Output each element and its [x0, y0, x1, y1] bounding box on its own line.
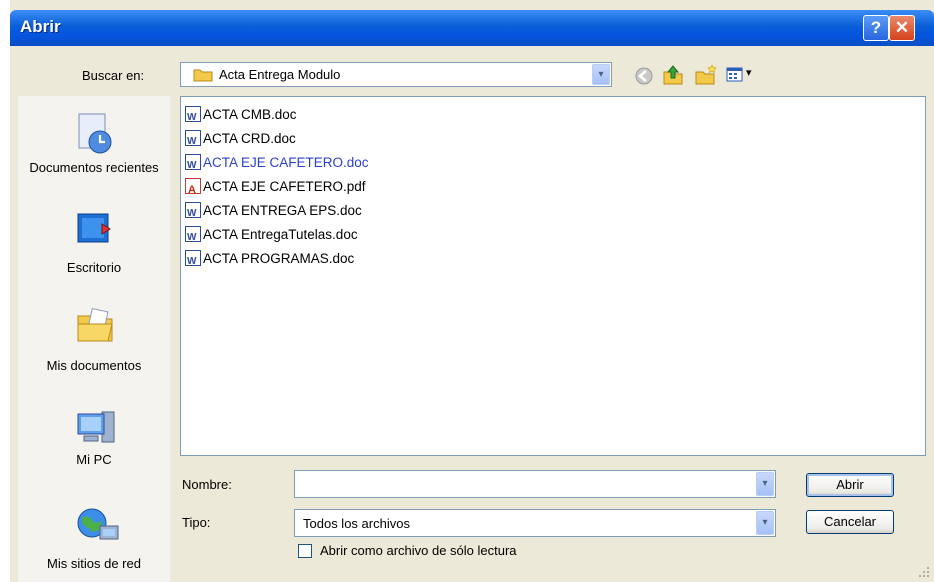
back-icon[interactable]: [634, 66, 654, 86]
file-item[interactable]: ACTA CRD.doc: [185, 127, 296, 154]
place-label: Mi PC: [76, 452, 112, 467]
recent-documents-icon: [78, 113, 112, 154]
file-name: ACTA EJE CAFETERO.doc: [203, 155, 369, 170]
resize-grip-icon[interactable]: [916, 564, 930, 578]
close-button[interactable]: ✕: [889, 15, 915, 41]
place-label: Mis documentos: [46, 358, 142, 373]
pdf-document-icon: [185, 178, 201, 202]
file-name: ACTA EntregaTutelas.doc: [203, 227, 358, 242]
file-item[interactable]: ACTA EJE CAFETERO.doc: [185, 151, 369, 178]
desktop-icon: [77, 213, 111, 243]
open-file-dialog: Abrir ? ✕ Buscar en: Acta Entrega Modulo…: [10, 0, 934, 582]
file-item[interactable]: ACTA CMB.doc: [185, 103, 297, 130]
filetype-dropdown-button[interactable]: ▾: [756, 511, 774, 535]
look-in-dropdown[interactable]: Acta Entrega Modulo ▾: [180, 62, 612, 87]
view-menu-button[interactable]: ▾: [726, 64, 758, 86]
look-in-value: Acta Entrega Modulo: [219, 67, 341, 82]
word-document-icon: [185, 154, 201, 178]
file-item[interactable]: ACTA PROGRAMAS.doc: [185, 247, 355, 274]
readonly-label[interactable]: Abrir como archivo de sólo lectura: [320, 543, 517, 558]
place-desktop[interactable]: Escritorio: [18, 212, 170, 286]
view-menu-icon: [726, 67, 743, 82]
filetype-value: Todos los archivos: [303, 516, 410, 531]
dialog-title: Abrir: [20, 17, 61, 36]
place-label: Escritorio: [66, 260, 122, 275]
filename-dropdown-button[interactable]: ▾: [756, 472, 774, 496]
network-places-icon: [77, 508, 119, 540]
word-document-icon: [185, 226, 201, 250]
filetype-dropdown[interactable]: Todos los archivos ▾: [294, 509, 776, 537]
filename-input[interactable]: ▾: [294, 470, 776, 498]
word-document-icon: [185, 202, 201, 226]
folder-icon: [193, 69, 213, 82]
word-document-icon: [185, 130, 201, 154]
look-in-label: Buscar en:: [82, 68, 145, 83]
help-button[interactable]: ?: [863, 15, 889, 41]
place-network[interactable]: Mis sitios de red: [18, 506, 170, 582]
look-in-dropdown-button[interactable]: ▾: [592, 64, 610, 85]
filename-label: Nombre:: [182, 477, 232, 492]
view-menu-arrow: ▾: [746, 67, 752, 79]
file-item[interactable]: ACTA ENTREGA EPS.doc: [185, 199, 362, 226]
file-name: ACTA PROGRAMAS.doc: [203, 251, 355, 266]
place-recent-documents[interactable]: Documentos recientes: [18, 112, 170, 202]
cancel-button[interactable]: Cancelar: [806, 510, 894, 534]
my-computer-icon: [77, 411, 115, 443]
readonly-checkbox[interactable]: [298, 544, 312, 558]
up-folder-icon[interactable]: [662, 64, 684, 86]
file-name: ACTA CRD.doc: [203, 131, 296, 146]
file-item[interactable]: ACTA EntregaTutelas.doc: [185, 223, 358, 250]
file-item[interactable]: ACTA EJE CAFETERO.pdf: [185, 175, 366, 202]
word-document-icon: [185, 106, 201, 130]
file-name: ACTA CMB.doc: [203, 107, 297, 122]
places-bar: Documentos recientes Escritorio Mis docu…: [18, 96, 170, 582]
my-documents-icon: [77, 307, 113, 342]
new-folder-icon[interactable]: [694, 64, 718, 86]
place-label: Documentos recientes: [29, 160, 159, 175]
file-list[interactable]: ACTA CMB.doc ACTA CRD.doc ACTA EJE CAFET…: [180, 96, 926, 456]
word-document-icon: [185, 250, 201, 274]
file-name: ACTA EJE CAFETERO.pdf: [203, 179, 366, 194]
filetype-label: Tipo:: [182, 515, 211, 530]
open-button[interactable]: Abrir: [806, 473, 894, 497]
place-my-computer[interactable]: Mi PC: [18, 408, 170, 482]
title-bar[interactable]: Abrir ? ✕: [10, 10, 934, 46]
place-label: Mis sitios de red: [47, 556, 141, 571]
place-my-documents[interactable]: Mis documentos: [18, 306, 170, 380]
file-name: ACTA ENTREGA EPS.doc: [203, 203, 362, 218]
